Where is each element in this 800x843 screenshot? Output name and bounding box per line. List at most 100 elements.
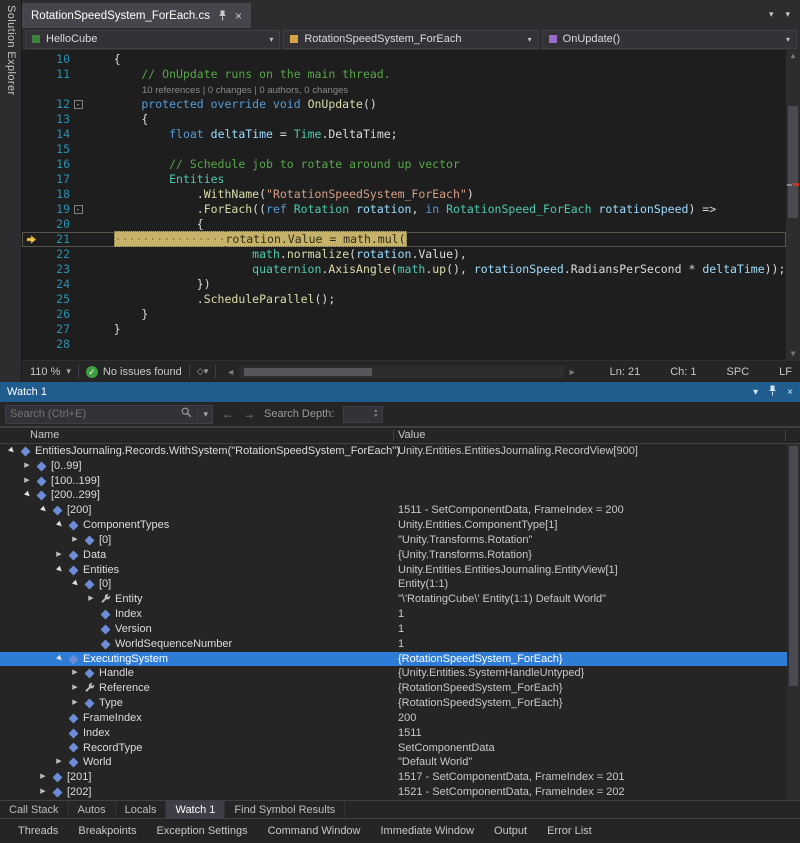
watch-row[interactable]: Index1 xyxy=(0,607,787,622)
breakpoint-margin[interactable] xyxy=(22,112,40,127)
watch-row[interactable]: ▶EntitiesUnity.Entities.EntitiesJournali… xyxy=(0,563,787,578)
bottom-tab-exception-settings[interactable]: Exception Settings xyxy=(146,825,257,837)
tab-rotationspeedsystem-foreach[interactable]: RotationSpeedSystem_ForEach.cs × xyxy=(22,3,251,28)
watch-row[interactable]: RecordTypeSetComponentData xyxy=(0,741,787,756)
bottom-tab-error-list[interactable]: Error List xyxy=(537,825,602,837)
project-dropdown[interactable]: HelloCube ▾ xyxy=(25,30,280,49)
watch-row[interactable]: Index1511 xyxy=(0,726,787,741)
expand-icon[interactable]: ▶ xyxy=(68,681,82,696)
expand-icon[interactable]: ▶ xyxy=(84,592,98,607)
code-editor[interactable]: 10 {11 // OnUpdate runs on the main thre… xyxy=(22,50,800,360)
breakpoint-margin[interactable] xyxy=(22,67,40,82)
window-position-chevron-icon[interactable]: ▾ xyxy=(753,387,758,398)
name-column-header[interactable]: Name xyxy=(30,429,59,441)
active-files-chevron-icon[interactable]: ▾ xyxy=(769,9,774,20)
breakpoint-margin[interactable] xyxy=(22,172,40,187)
expand-icon[interactable]: ▶ xyxy=(20,474,34,489)
breakpoint-margin[interactable] xyxy=(22,262,40,277)
breakpoint-margin[interactable] xyxy=(22,277,40,292)
pin-icon[interactable] xyxy=(768,385,777,399)
watch-vertical-scrollbar[interactable] xyxy=(787,444,800,800)
member-dropdown[interactable]: OnUpdate() ▾ xyxy=(542,30,797,49)
watch-row[interactable]: ▶EntitiesJournaling.Records.WithSystem("… xyxy=(0,444,787,459)
watch-row[interactable]: FrameIndex200 xyxy=(0,711,787,726)
watch-row[interactable]: ▶[200..299] xyxy=(0,488,787,503)
search-icon[interactable] xyxy=(181,405,192,423)
breakpoint-margin[interactable] xyxy=(22,247,40,262)
expand-icon[interactable]: ▶ xyxy=(20,459,34,474)
editor-vertical-scrollbar[interactable]: ▲ ▼ xyxy=(786,50,800,360)
tabstrip-more-icon[interactable]: ▾ xyxy=(785,9,790,20)
panel-tab-find-symbol-results[interactable]: Find Symbol Results xyxy=(225,801,345,818)
watch-row[interactable]: ▶ExecutingSystem{RotationSpeedSystem_For… xyxy=(0,652,787,667)
scroll-up-icon[interactable]: ▲ xyxy=(786,50,800,62)
bottom-tab-immediate-window[interactable]: Immediate Window xyxy=(371,825,485,837)
panel-tab-autos[interactable]: Autos xyxy=(69,801,116,818)
watch-row[interactable]: Version1 xyxy=(0,622,787,637)
breakpoint-margin[interactable] xyxy=(22,187,40,202)
watch-row[interactable]: ▶Handle{Unity.Entities.SystemHandleUntyp… xyxy=(0,666,787,681)
watch-search-box[interactable]: ▾ xyxy=(5,405,213,424)
document-health-indicator[interactable]: ✓ No issues found xyxy=(86,366,182,378)
watch-row[interactable]: ▶[0..99] xyxy=(0,459,787,474)
panel-tab-locals[interactable]: Locals xyxy=(116,801,167,818)
expand-icon[interactable]: ▶ xyxy=(36,785,50,800)
watch-row[interactable]: WorldSequenceNumber1 xyxy=(0,637,787,652)
column-divider[interactable] xyxy=(393,430,394,441)
search-next-icon[interactable]: → xyxy=(243,407,255,421)
solution-explorer-vertical-tab[interactable]: Solution Explorer xyxy=(0,0,22,382)
watch-row[interactable]: ▶[201]1517 - SetComponentData, FrameInde… xyxy=(0,770,787,785)
breakpoint-margin[interactable] xyxy=(22,142,40,157)
breakpoint-margin[interactable] xyxy=(22,127,40,142)
watch-row[interactable]: ▶[200]1511 - SetComponentData, FrameInde… xyxy=(0,503,787,518)
spinner-arrows-icon[interactable]: ▲▼ xyxy=(370,407,381,422)
collapse-icon[interactable]: ▶ xyxy=(49,652,69,667)
close-tab-icon[interactable]: × xyxy=(235,10,242,22)
bottom-tab-command-window[interactable]: Command Window xyxy=(258,825,371,837)
panel-tab-watch-1[interactable]: Watch 1 xyxy=(166,801,225,818)
expand-icon[interactable]: ▶ xyxy=(68,666,82,681)
expand-icon[interactable]: ▶ xyxy=(68,533,82,548)
collapse-icon[interactable]: ▶ xyxy=(49,563,69,578)
expand-icon[interactable]: ▶ xyxy=(68,696,82,711)
breakpoint-margin[interactable] xyxy=(22,217,40,232)
search-input[interactable] xyxy=(10,408,176,420)
bottom-tab-breakpoints[interactable]: Breakpoints xyxy=(68,825,146,837)
breakpoint-margin[interactable] xyxy=(22,52,40,67)
watch-row[interactable]: ▶ComponentTypesUnity.Entities.ComponentT… xyxy=(0,518,787,533)
collapse-icon[interactable]: ▶ xyxy=(1,444,21,459)
breakpoint-margin[interactable] xyxy=(22,157,40,172)
watch-row[interactable]: ▶[0]Entity(1:1) xyxy=(0,577,787,592)
value-column-header[interactable]: Value xyxy=(398,429,425,441)
close-window-icon[interactable]: × xyxy=(787,387,793,398)
watch-row[interactable]: ▶Reference{RotationSpeedSystem_ForEach} xyxy=(0,681,787,696)
scrollbar-thumb[interactable] xyxy=(244,368,372,376)
expand-icon[interactable]: ▶ xyxy=(36,770,50,785)
collapse-icon[interactable]: ▶ xyxy=(17,488,37,503)
watch-window-titlebar[interactable]: Watch 1 ▾ × xyxy=(0,382,800,402)
editor-horizontal-scrollbar[interactable] xyxy=(239,366,564,378)
breakpoint-margin[interactable] xyxy=(22,292,40,307)
watch-row[interactable]: ▶Entity"\'RotatingCube\' Entity(1:1) Def… xyxy=(0,592,787,607)
breakpoint-margin[interactable] xyxy=(22,337,40,352)
expand-icon[interactable]: ▶ xyxy=(52,548,66,563)
margin-options-icon[interactable]: ◇ xyxy=(197,366,204,377)
watch-row[interactable]: ▶Data{Unity.Transforms.Rotation} xyxy=(0,548,787,563)
panel-tab-call-stack[interactable]: Call Stack xyxy=(0,801,69,818)
bottom-tab-output[interactable]: Output xyxy=(484,825,537,837)
breakpoint-margin[interactable] xyxy=(22,97,40,112)
breakpoint-margin[interactable] xyxy=(22,322,40,337)
bottom-tab-threads[interactable]: Threads xyxy=(8,825,68,837)
collapse-icon[interactable]: ▶ xyxy=(49,518,69,533)
search-depth-spinner[interactable]: ▲▼ xyxy=(343,406,383,423)
pin-icon[interactable] xyxy=(218,10,227,21)
scrollbar-thumb[interactable] xyxy=(789,446,798,686)
search-options-chevron-icon[interactable]: ▾ xyxy=(203,409,208,420)
watch-row[interactable]: ▶[202]1521 - SetComponentData, FrameInde… xyxy=(0,785,787,800)
watch-row[interactable]: ▶[100..199] xyxy=(0,474,787,489)
expand-icon[interactable]: ▶ xyxy=(52,755,66,770)
chevron-down-icon[interactable]: ▾ xyxy=(204,366,209,377)
type-dropdown[interactable]: RotationSpeedSystem_ForEach ▾ xyxy=(283,30,538,49)
watch-row[interactable]: ▶World"Default World" xyxy=(0,755,787,770)
collapse-icon[interactable]: ▶ xyxy=(65,577,85,592)
